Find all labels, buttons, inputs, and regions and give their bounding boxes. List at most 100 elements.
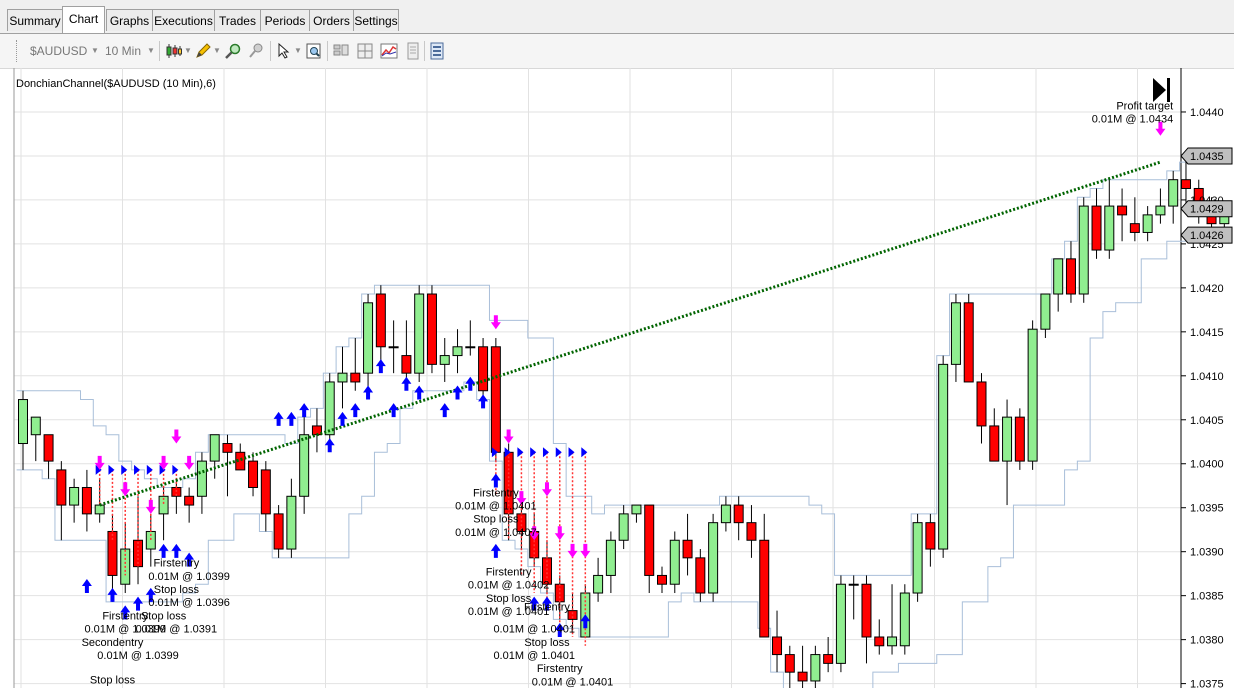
price-axis[interactable]: 1.0375 1.0380 1.0385 1.0390 1.0395 1.0400 1.04… [1180,107,1233,688]
scroll-to-end-icon[interactable] [1153,78,1170,102]
chart-image-icon[interactable] [380,42,398,60]
candle-down [989,425,1000,462]
price-axis-tick-label: 1.0415 [1190,327,1224,339]
tab-orders[interactable]: Orders [309,9,354,31]
exit-arrow-marker [541,482,552,497]
magnifier-icon[interactable] [224,42,242,60]
tab-summary[interactable]: Summary [7,9,63,31]
candle-up [337,372,348,383]
toolbar-separator [270,41,271,61]
exit-arrow-marker [120,482,131,497]
candle-down [1129,223,1140,233]
candle-up [912,522,923,594]
price-axis-tick-label: 1.0440 [1190,107,1224,119]
pencil-draw-icon[interactable] [194,42,212,60]
candle-down [56,469,67,506]
execution-label: Firstentry [537,663,583,675]
price-axis-tick-label: 1.0410 [1190,371,1224,383]
stop-flag-marker [530,447,537,458]
exit-arrow-marker [490,315,501,330]
candle-up [439,355,450,365]
interval-dropdown-arrow-icon[interactable]: ▼ [147,46,155,55]
price-badge-label: 1.0429 [1190,204,1224,216]
candle-up [1142,214,1153,233]
candle-down [682,539,693,559]
execution-label: 0.01M @ 1.0399 [148,571,230,583]
interval-selector[interactable]: 10 Min [105,44,141,58]
tab-periods[interactable]: Periods [260,9,310,31]
zoom-page-icon[interactable] [305,42,323,60]
price-badge-label: 1.0435 [1190,151,1224,163]
candle-down [861,583,872,638]
instrument-selector[interactable]: $AUDUSD [30,44,87,58]
tab-settings[interactable]: Settings [353,9,399,31]
tab-executions[interactable]: Executions [152,9,215,31]
bar-properties-icon[interactable] [332,42,350,60]
candle-down [1180,179,1191,189]
exit-arrow-marker [554,526,565,541]
candle-up [1078,205,1089,295]
candlestick-bars-icon[interactable] [165,42,183,60]
panel-grid-icon[interactable] [356,42,374,60]
candle-up [938,363,949,550]
candle-down [746,522,757,541]
candle-down [963,302,974,383]
candle-down [350,372,361,383]
candle-up [631,504,642,515]
price-axis-tick-label: 1.0400 [1190,459,1224,471]
stop-flag-marker [134,464,141,475]
tab-chart[interactable]: Chart [62,6,105,33]
candle-up [887,636,898,647]
candle-down [733,504,744,524]
candle-up [324,381,335,436]
price-axis-tick-label: 1.0385 [1190,591,1224,603]
candle-up [593,574,604,594]
candle-down [81,486,92,515]
pin-icon[interactable] [247,42,265,60]
list-icon[interactable] [404,42,422,60]
price-axis-tick-label: 1.0390 [1190,547,1224,559]
entry-arrow-marker [439,403,450,418]
execution-label: 0.01M @ 1.0401 [455,500,537,512]
candle-up [286,495,297,550]
price-chart[interactable]: Profit target0.01M @ 1.0434Firstentry0.0… [0,68,1234,688]
entry-arrow-marker [401,376,412,391]
tab-graphs[interactable]: Graphs [106,9,153,31]
candle-up [835,583,846,664]
entry-arrow-marker [133,596,144,611]
exit-arrow-marker [503,429,514,444]
entry-arrow-marker [299,403,310,418]
chart-style-dropdown-arrow-icon[interactable]: ▼ [184,46,192,55]
toolbar-separator [159,41,160,61]
toolbar-grip[interactable] [16,40,20,62]
candle-up [708,522,719,594]
entry-arrow-marker [375,359,386,374]
candle-up [1155,205,1166,216]
execution-label: Stop loss [90,675,136,687]
candle-up [465,346,476,349]
draw-dropdown-arrow-icon[interactable]: ▼ [213,46,221,55]
execution-label: Stop loss [524,637,570,649]
exit-arrow-marker [567,543,578,558]
execution-label: 0.01M @ 1.0396 [148,597,230,609]
candle-up [720,504,731,524]
candle-down [874,636,885,647]
candle-down [401,355,412,374]
pointer-dropdown-arrow-icon[interactable]: ▼ [294,46,302,55]
stop-flag-marker [146,464,153,475]
data-box-icon[interactable] [428,42,446,60]
tab-trades[interactable]: Trades [214,9,261,31]
execution-label: Secondentry [82,637,144,649]
candle-down [43,434,54,462]
entry-arrow-marker [107,587,118,602]
execution-label: 0.01M @ 1.0434 [1092,114,1174,126]
stop-flag-marker [568,447,575,458]
pointer-cursor-icon[interactable] [275,42,293,60]
price-axis-tick-label: 1.0395 [1190,503,1224,515]
candle-up [452,346,463,357]
instrument-dropdown-arrow-icon[interactable]: ▼ [91,46,99,55]
execution-label: Firstentry [524,602,570,614]
candle-down [490,346,501,453]
candle-down [784,654,795,673]
entry-arrow-marker [350,403,361,418]
